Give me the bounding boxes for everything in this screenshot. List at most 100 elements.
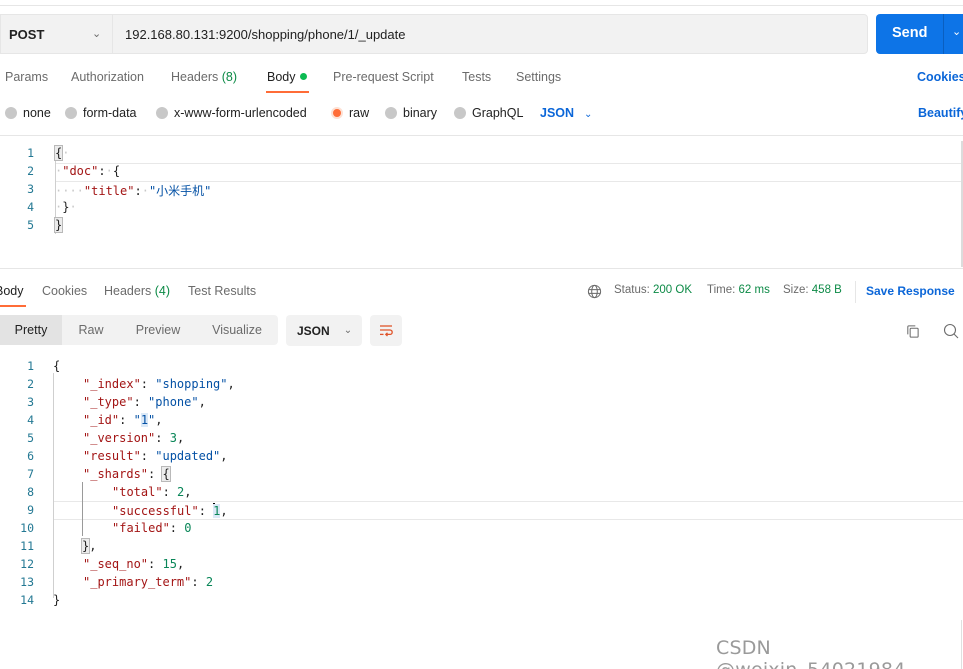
wrap-lines-button[interactable] [370, 315, 402, 346]
code-line: "_type": "phone", [83, 395, 206, 409]
body-indicator-dot-icon [299, 73, 307, 80]
language-label: JSON [540, 106, 575, 120]
indent-guide [53, 373, 54, 598]
url-input[interactable]: 192.168.80.131:9200/shopping/phone/1/_up… [112, 14, 868, 54]
radio-graphql[interactable]: GraphQL [454, 106, 523, 120]
radio-none[interactable]: none [5, 106, 51, 120]
line-number: 6 [27, 449, 34, 463]
headers-count: (8) [221, 70, 238, 84]
radio-circle [385, 107, 397, 119]
radio-label: x-www-form-urlencoded [174, 106, 307, 120]
response-format-select[interactable]: JSON ⌄ [286, 315, 362, 346]
radio-form-data[interactable]: form-data [65, 106, 137, 120]
radio-binary[interactable]: binary [385, 106, 437, 120]
url-text: 192.168.80.131:9200/shopping/phone/1/_up… [125, 26, 406, 42]
radio-label: binary [403, 106, 438, 120]
view-mode-segmented-control: Pretty Raw Preview Visualize [0, 315, 278, 345]
active-tab-underline [266, 91, 309, 93]
chevron-down-icon: ⌄ [584, 109, 593, 120]
time-label: Time: [707, 284, 736, 296]
view-preview[interactable]: Preview [120, 315, 196, 345]
tab-authorization[interactable]: Authorization [71, 70, 144, 84]
method-label: POST [9, 26, 45, 42]
line-number: 4 [27, 200, 34, 214]
size-label: Size: [783, 284, 809, 296]
code-line: "_id": "1", [83, 413, 163, 427]
watermark: CSDN @weixin_54021984 [716, 637, 905, 669]
view-raw[interactable]: Raw [62, 315, 120, 345]
code-line: { [53, 359, 61, 373]
radio-x-www-form-urlencoded[interactable]: x-www-form-urlencoded [156, 106, 307, 120]
line-number: 4 [27, 413, 34, 427]
tab-label: Tests [462, 70, 492, 84]
save-response-button[interactable]: Save Response [866, 284, 955, 298]
status-value: 200 OK [653, 284, 693, 296]
send-dropdown-chevron-icon[interactable]: ⌄ [952, 25, 961, 38]
chevron-down-icon: ⌄ [92, 28, 102, 40]
res-tab-headers[interactable]: Headers (4) [104, 284, 170, 298]
tab-label: Body [0, 284, 24, 298]
tab-body[interactable]: Body [267, 70, 307, 84]
tab-label: Test Results [188, 284, 257, 298]
chevron-down-icon: ⌄ [343, 325, 353, 336]
tab-label: Cookies [42, 284, 88, 298]
tab-settings[interactable]: Settings [516, 70, 561, 84]
res-tab-test-results[interactable]: Test Results [188, 284, 256, 298]
radio-label: GraphQL [472, 106, 524, 120]
copy-icon[interactable] [903, 322, 921, 340]
res-tab-cookies[interactable]: Cookies [42, 284, 87, 298]
response-tabs: Body Cookies Headers (4) Test Results St… [0, 280, 963, 307]
time-value: 62 ms [738, 284, 770, 296]
code-line: "result": "updated", [83, 449, 228, 463]
tab-pre-request-script[interactable]: Pre-request Script [333, 70, 434, 84]
line-number: 8 [27, 485, 34, 499]
tab-label: Headers [104, 284, 152, 298]
line-number: 10 [20, 521, 34, 535]
size-readout[interactable]: Size: 458 B [783, 284, 842, 296]
tab-label: Body [267, 70, 296, 84]
status-readout[interactable]: Status: 200 OK [614, 284, 692, 296]
send-button[interactable]: Send ⌄ [876, 14, 963, 54]
tab-headers[interactable]: Headers (8) [171, 70, 237, 84]
view-label: Preview [135, 323, 181, 337]
method-select[interactable]: POST ⌄ [0, 14, 112, 54]
line-number: 1 [27, 359, 34, 373]
indent-guide-active [82, 482, 83, 536]
beautify-link[interactable]: Beautify [918, 106, 963, 120]
res-tab-body[interactable]: Body [0, 284, 24, 298]
response-body-viewer[interactable]: 1 2 3 4 5 6 7 8 9 10 11 12 13 14 { "_ind… [0, 356, 963, 616]
radio-label: none [23, 106, 51, 120]
view-visualize[interactable]: Visualize [196, 315, 278, 345]
code-line: "successful": 1, [112, 503, 228, 518]
search-icon[interactable] [942, 322, 960, 340]
time-readout[interactable]: Time: 62 ms [707, 284, 770, 296]
tab-params[interactable]: Params [5, 70, 48, 84]
line-number: 13 [20, 575, 34, 589]
code-line: } [53, 593, 61, 607]
code-line: } [53, 217, 64, 233]
status-divider [855, 281, 856, 303]
radio-circle-selected [331, 107, 343, 119]
line-number: 7 [27, 467, 34, 481]
globe-icon[interactable] [586, 283, 602, 299]
active-tab-underline [0, 305, 26, 307]
tab-tests[interactable]: Tests [462, 70, 491, 84]
line-number: 14 [20, 593, 34, 607]
view-pretty[interactable]: Pretty [0, 315, 62, 345]
line-number: 11 [20, 539, 34, 553]
body-type-radio-group: none form-data x-www-form-urlencoded raw… [0, 104, 963, 124]
send-divider [943, 14, 944, 54]
body-language-select[interactable]: JSON ⌄ [540, 106, 592, 120]
code-line: {· [53, 145, 70, 161]
line-number: 5 [27, 218, 34, 232]
code-line: }, [80, 538, 97, 554]
top-divider [0, 5, 963, 6]
radio-raw[interactable]: raw [331, 106, 369, 120]
line-number: 12 [20, 557, 34, 571]
cookies-link[interactable]: Cookies [917, 70, 963, 84]
code-line: ·"doc":·{ [55, 164, 121, 178]
code-line: "_shards": { [83, 466, 171, 482]
request-url-bar: POST ⌄ 192.168.80.131:9200/shopping/phon… [0, 14, 963, 54]
code-line: "_version": 3, [83, 431, 185, 445]
request-body-editor[interactable]: 1 2 3 4 5 {· ·"doc":·{ ····"title":·"小米手… [0, 135, 963, 269]
